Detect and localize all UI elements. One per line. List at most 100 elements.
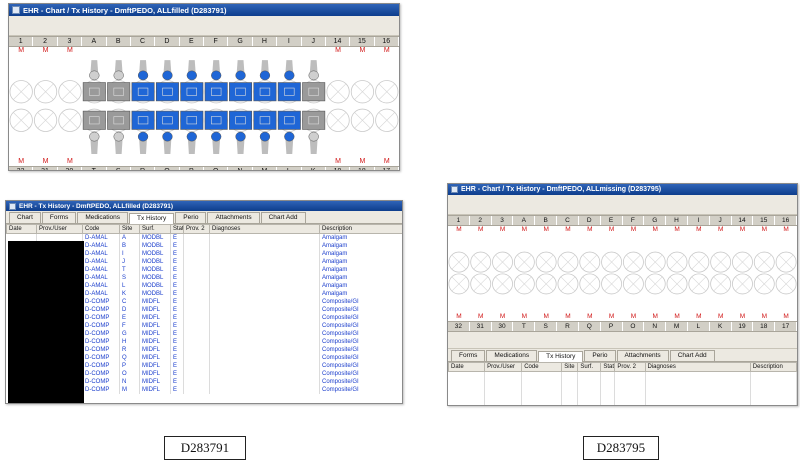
lower-tooth-number[interactable]: 17 <box>375 167 399 170</box>
column-header-site[interactable]: Site <box>561 362 579 372</box>
upper-tooth-number[interactable]: F <box>623 216 645 225</box>
upper-tooth-number[interactable]: 3 <box>58 37 83 46</box>
lower-tooth-number[interactable]: 18 <box>350 167 375 170</box>
column-header-site[interactable]: Site <box>119 224 140 234</box>
column-header-prov-2[interactable]: Prov. 2 <box>614 362 646 372</box>
column-header-code[interactable]: Code <box>82 224 120 234</box>
lower-tooth-number[interactable]: K <box>710 322 732 331</box>
column-header-date[interactable]: Date <box>448 362 486 372</box>
upper-tooth-number[interactable]: F <box>204 37 229 46</box>
upper-tooth-number[interactable]: 2 <box>33 37 58 46</box>
upper-tooth-number[interactable]: E <box>601 216 623 225</box>
column-header-surf-[interactable]: Surf. <box>577 362 602 372</box>
upper-tooth-number[interactable]: J <box>302 37 326 46</box>
upper-tooth-number[interactable]: H <box>666 216 688 225</box>
tab-chart-add[interactable]: Chart Add <box>669 350 715 361</box>
tab-attachments[interactable]: Attachments <box>207 212 260 223</box>
lower-tooth-number[interactable]: 30 <box>492 322 514 331</box>
column-header-prov-2[interactable]: Prov. 2 <box>183 224 210 234</box>
upper-tooth-number[interactable]: 16 <box>775 216 797 225</box>
chart2-toolbar-strip <box>448 195 797 215</box>
column-header-prov-user[interactable]: Prov./User <box>484 362 523 372</box>
tab-forms[interactable]: Forms <box>451 350 486 361</box>
upper-tooth-number[interactable]: A <box>513 216 536 225</box>
lower-tooth-number[interactable]: P <box>180 167 204 170</box>
lower-tooth-number[interactable]: Q <box>155 167 180 170</box>
lower-tooth-number[interactable]: S <box>535 322 558 331</box>
column-header-diagnoses[interactable]: Diagnoses <box>644 362 751 372</box>
lower-tooth-number[interactable]: T <box>513 322 536 331</box>
lower-tooth-number[interactable]: 31 <box>33 167 58 170</box>
upper-tooth-number[interactable]: C <box>557 216 579 225</box>
upper-tooth-number[interactable]: 15 <box>753 216 776 225</box>
table-cell: MODBL <box>139 257 171 266</box>
tab-medications[interactable]: Medications <box>77 212 129 223</box>
upper-tooth-number[interactable]: 2 <box>470 216 492 225</box>
lower-tooth-number[interactable]: 19 <box>732 322 754 331</box>
column-header-stat[interactable]: Stat <box>170 224 184 234</box>
upper-tooth-number[interactable]: 1 <box>9 37 34 46</box>
tab-tx-history[interactable]: Tx History <box>129 213 175 224</box>
upper-tooth-number[interactable]: A <box>82 37 107 46</box>
upper-tooth-number[interactable]: H <box>253 37 278 46</box>
upper-tooth-number[interactable]: 3 <box>492 216 514 225</box>
tab-tx-history[interactable]: Tx History <box>538 351 584 362</box>
lower-tooth-number[interactable]: S <box>107 167 131 170</box>
lower-tooth-number[interactable]: K <box>302 167 326 170</box>
tab-perio[interactable]: Perio <box>584 350 616 361</box>
lower-tooth-number[interactable]: P <box>601 322 623 331</box>
upper-tooth-number[interactable]: G <box>644 216 667 225</box>
lower-tooth-number[interactable]: 17 <box>775 322 797 331</box>
column-header-code[interactable]: Code <box>521 362 563 372</box>
upper-tooth-number[interactable]: 14 <box>732 216 754 225</box>
tab-attachments[interactable]: Attachments <box>616 350 669 361</box>
column-header-diagnoses[interactable]: Diagnoses <box>209 224 320 234</box>
upper-tooth-number[interactable]: G <box>228 37 253 46</box>
lower-tooth-number[interactable]: O <box>623 322 645 331</box>
column-header-date[interactable]: Date <box>6 224 37 234</box>
lower-tooth-number[interactable]: L <box>277 167 302 170</box>
column-header-description[interactable]: Description <box>749 362 797 372</box>
lower-tooth-number[interactable]: N <box>228 167 253 170</box>
tab-chart-add[interactable]: Chart Add <box>260 212 306 223</box>
lower-tooth-number[interactable]: 18 <box>753 322 776 331</box>
column-header-stat[interactable]: Stat <box>600 362 616 372</box>
upper-tooth-number[interactable]: E <box>180 37 204 46</box>
lower-tooth-number[interactable]: 32 <box>448 322 470 331</box>
column-header-prov-user[interactable]: Prov./User <box>36 224 83 234</box>
tab-forms[interactable]: Forms <box>41 212 77 223</box>
column-header-surf-[interactable]: Surf. <box>139 224 171 234</box>
upper-tooth-number[interactable]: D <box>155 37 180 46</box>
tab-medications[interactable]: Medications <box>486 350 538 361</box>
upper-tooth-number[interactable]: B <box>535 216 558 225</box>
upper-tooth-number[interactable]: B <box>107 37 131 46</box>
upper-tooth-number[interactable]: 14 <box>326 37 351 46</box>
lower-tooth-number[interactable]: Q <box>579 322 601 331</box>
lower-tooth-number[interactable]: T <box>82 167 107 170</box>
upper-tooth-number[interactable]: C <box>131 37 156 46</box>
lower-tooth-number[interactable]: N <box>644 322 667 331</box>
upper-tooth-number[interactable]: D <box>579 216 601 225</box>
upper-tooth-number[interactable]: 15 <box>350 37 375 46</box>
upper-tooth-number[interactable]: 16 <box>375 37 399 46</box>
lower-tooth-number[interactable]: 31 <box>470 322 492 331</box>
lower-tooth-number[interactable]: 19 <box>326 167 351 170</box>
lower-tooth-number[interactable]: L <box>688 322 710 331</box>
lower-tooth-number[interactable]: O <box>204 167 229 170</box>
table-cell <box>600 395 616 404</box>
upper-tooth-number[interactable]: I <box>688 216 710 225</box>
lower-tooth-number[interactable]: 30 <box>58 167 83 170</box>
lower-tooth-number[interactable]: R <box>557 322 579 331</box>
upper-tooth-number[interactable]: 1 <box>448 216 470 225</box>
tab-chart[interactable]: Chart <box>9 212 41 223</box>
upper-tooth-number[interactable]: J <box>710 216 732 225</box>
column-header-description[interactable]: Description <box>319 224 402 234</box>
table-cell <box>209 241 320 250</box>
lower-tooth-number[interactable]: 32 <box>9 167 34 170</box>
upper-tooth-number[interactable]: I <box>277 37 302 46</box>
table-cell: E <box>170 361 184 370</box>
lower-tooth-number[interactable]: R <box>131 167 156 170</box>
tab-perio[interactable]: Perio <box>175 212 207 223</box>
lower-tooth-number[interactable]: M <box>666 322 688 331</box>
lower-tooth-number[interactable]: M <box>253 167 278 170</box>
